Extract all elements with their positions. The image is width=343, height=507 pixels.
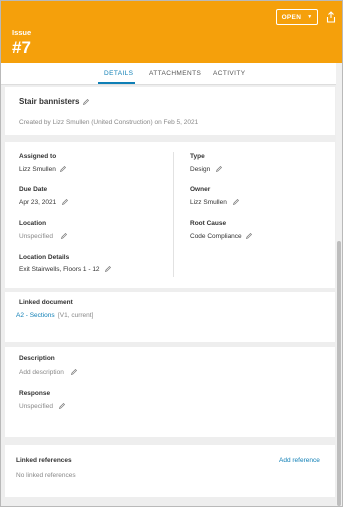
owner-label: Owner <box>190 186 211 193</box>
pencil-icon[interactable] <box>59 403 65 409</box>
linked-references-card: Linked references Add reference No linke… <box>5 445 335 497</box>
location-value[interactable]: Unspecified <box>19 233 53 240</box>
linked-document-version: [V1, current] <box>58 312 94 319</box>
linked-document-label: Linked document <box>19 299 73 306</box>
created-info: Created by Lizz Smullen (United Construc… <box>19 119 199 126</box>
response-label: Response <box>19 390 51 397</box>
location-label: Location <box>19 220 47 227</box>
root-cause-value[interactable]: Code Compliance <box>190 233 242 240</box>
due-date-value[interactable]: Apr 23, 2021 <box>19 199 56 206</box>
linked-document-card: Linked document A2 - Sections [V1, curre… <box>5 292 335 342</box>
pencil-icon[interactable] <box>233 199 239 205</box>
assigned-to-value[interactable]: Lizz Smullen <box>19 166 56 173</box>
location-details-label: Location Details <box>19 254 70 261</box>
linked-references-label: Linked references <box>16 457 72 464</box>
issue-header: Issue #7 OPEN ▼ <box>1 1 342 63</box>
description-label: Description <box>19 355 55 362</box>
fields-card: Assigned to Lizz Smullen Due Date Apr 23… <box>5 142 335 288</box>
pencil-icon[interactable] <box>71 369 77 375</box>
due-date-label: Due Date <box>19 186 48 193</box>
pencil-icon[interactable] <box>105 266 111 272</box>
no-references-text: No linked references <box>16 472 76 479</box>
column-divider <box>173 152 174 277</box>
summary-card: Stair bannisters Created by Lizz Smullen… <box>5 87 335 135</box>
description-card: Description Add description Response Uns… <box>5 347 335 437</box>
tab-attachments[interactable]: ATTACHMENTS <box>149 70 201 77</box>
tab-activity[interactable]: ACTIVITY <box>213 70 245 77</box>
issue-number: #7 <box>12 38 31 57</box>
add-reference-button[interactable]: Add reference <box>279 457 320 464</box>
assigned-to-label: Assigned to <box>19 153 57 160</box>
root-cause-label: Root Cause <box>190 220 227 227</box>
pencil-icon[interactable] <box>60 166 66 172</box>
active-tab-indicator <box>98 82 135 84</box>
issue-title: Stair bannisters <box>19 97 80 106</box>
pencil-icon[interactable] <box>61 233 67 239</box>
tab-details[interactable]: DETAILS <box>104 70 133 77</box>
pencil-icon[interactable] <box>216 166 222 172</box>
status-dropdown[interactable]: OPEN ▼ <box>276 9 318 25</box>
linked-document-link[interactable]: A2 - Sections <box>16 312 55 319</box>
description-input[interactable]: Add description <box>19 369 64 376</box>
location-details-value[interactable]: Exit Stairwells, Floors 1 - 12 <box>19 266 100 273</box>
share-icon[interactable] <box>326 11 336 23</box>
type-value[interactable]: Design <box>190 166 210 173</box>
response-value[interactable]: Unspecified <box>19 403 53 410</box>
issue-panel: Issue #7 OPEN ▼ DETAILS ATTACHMENTS ACTI… <box>0 0 343 507</box>
owner-value[interactable]: Lizz Smullen <box>190 199 227 206</box>
status-label: OPEN <box>281 13 302 21</box>
tab-bar: DETAILS ATTACHMENTS ACTIVITY <box>1 63 336 85</box>
pencil-icon[interactable] <box>83 99 89 105</box>
pencil-icon[interactable] <box>246 233 252 239</box>
pencil-icon[interactable] <box>62 199 68 205</box>
issue-label: Issue <box>12 28 32 37</box>
chevron-down-icon: ▼ <box>307 14 313 20</box>
scrollbar-thumb[interactable] <box>337 241 341 506</box>
type-label: Type <box>190 153 205 160</box>
